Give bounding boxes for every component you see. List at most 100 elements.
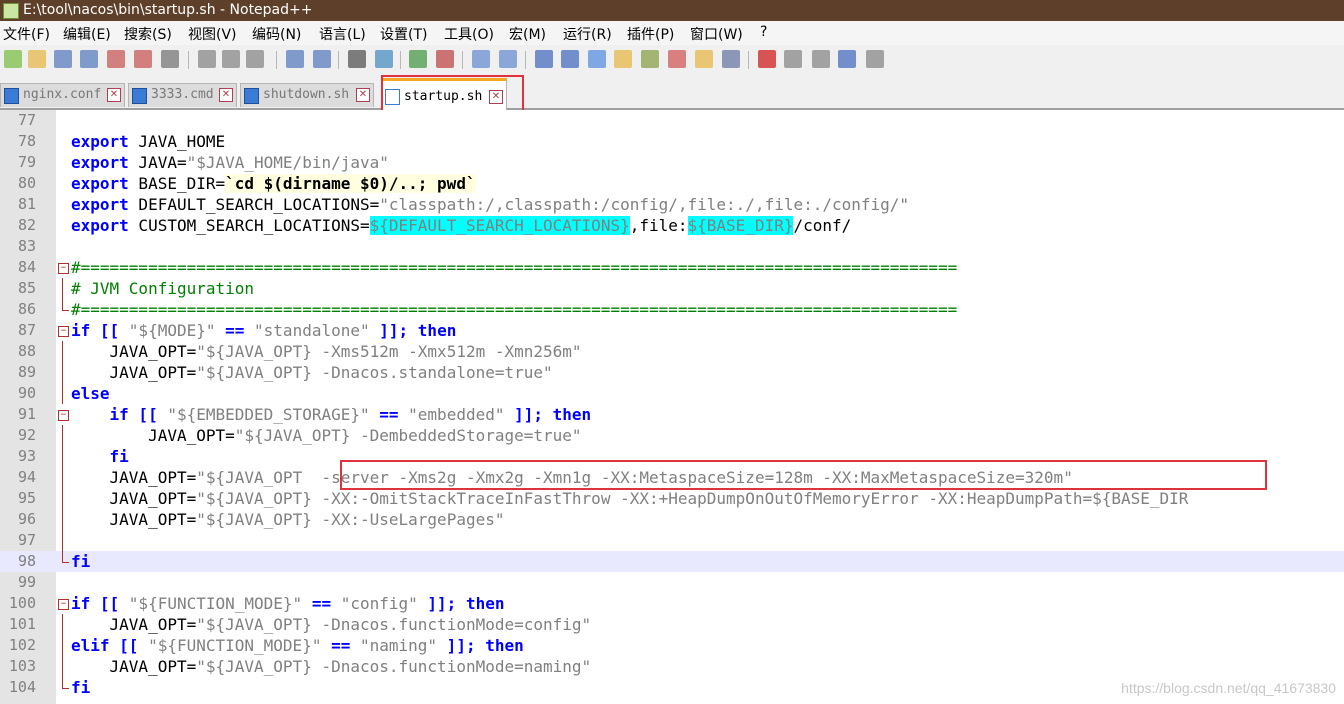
undo-icon[interactable] xyxy=(286,50,304,68)
sync-horizontal-icon[interactable] xyxy=(499,50,517,68)
code-text: JAVA_OPT="${JAVA_OPT} -DembeddedStorage=… xyxy=(71,425,581,446)
print-icon[interactable] xyxy=(161,50,179,68)
code-line[interactable]: 90 else xyxy=(0,383,1344,404)
copy-icon[interactable] xyxy=(222,50,240,68)
line-number: 101 xyxy=(8,615,36,633)
indent-guide-icon[interactable] xyxy=(588,50,606,68)
save-macro-icon[interactable] xyxy=(866,50,884,68)
code-line[interactable]: 87 − if [[ "${MODE}" == "standalone" ]]; t… xyxy=(0,320,1344,341)
code-line[interactable]: 89 JAVA_OPT="${JAVA_OPT} -Dnacos.standal… xyxy=(0,362,1344,383)
fold-toggle-icon[interactable]: − xyxy=(58,326,69,337)
code-line[interactable]: 97 xyxy=(0,530,1344,551)
folder-workspace-icon[interactable] xyxy=(695,50,713,68)
line-number: 79 xyxy=(17,153,36,171)
code-line[interactable]: 88 JAVA_OPT="${JAVA_OPT} -Xms512m -Xmx51… xyxy=(0,341,1344,362)
code-token: "standalone" xyxy=(254,321,370,340)
open-file-icon[interactable] xyxy=(28,50,46,68)
code-line[interactable]: 99 xyxy=(0,572,1344,593)
menu-item-9[interactable]: 运行(R) xyxy=(563,24,612,44)
tab-startup-sh[interactable]: startup.sh ✕ xyxy=(381,78,507,111)
menu-item-12[interactable]: ? xyxy=(760,24,767,40)
menu-item-10[interactable]: 插件(P) xyxy=(627,24,674,44)
menu-item-11[interactable]: 窗口(W) xyxy=(690,24,743,44)
code-token: # JVM Configuration xyxy=(71,279,255,298)
monitoring-icon[interactable] xyxy=(722,50,740,68)
code-token: "${FUNCTION_MODE}" xyxy=(148,636,322,655)
code-line[interactable]: 83 xyxy=(0,236,1344,257)
fold-guide xyxy=(62,614,63,635)
close-all-icon[interactable] xyxy=(134,50,152,68)
code-editor[interactable]: 77 78 export JAVA_HOME 79 export JAVA="$JAVA… xyxy=(0,110,1344,704)
menu-item-2[interactable]: 搜索(S) xyxy=(124,24,172,44)
menu-item-8[interactable]: 宏(M) xyxy=(509,24,546,44)
menu-item-4[interactable]: 编码(N) xyxy=(252,24,301,44)
zoom-out-icon[interactable] xyxy=(436,50,454,68)
code-token: JAVA_HOME xyxy=(128,132,226,151)
code-line[interactable]: 81 export DEFAULT_SEARCH_LOCATIONS="class… xyxy=(0,194,1344,215)
save-icon[interactable] xyxy=(54,50,72,68)
paste-icon[interactable] xyxy=(246,50,264,68)
replace-icon[interactable] xyxy=(375,50,393,68)
record-macro-icon[interactable] xyxy=(758,50,776,68)
code-line[interactable]: 102 elif [[ "${FUNCTION_MODE}" == "naming… xyxy=(0,635,1344,656)
doc-map-icon[interactable] xyxy=(641,50,659,68)
code-line[interactable]: 77 xyxy=(0,110,1344,131)
fold-toggle-icon[interactable]: − xyxy=(58,263,69,274)
code-line[interactable]: 80 export BASE_DIR=`cd $(dirname $0)/..; … xyxy=(0,173,1344,194)
cut-icon[interactable] xyxy=(198,50,216,68)
line-number: 94 xyxy=(17,468,36,486)
menu-item-7[interactable]: 工具(O) xyxy=(444,24,494,44)
stop-macro-icon[interactable] xyxy=(784,50,802,68)
code-token: "embedded" xyxy=(408,405,505,424)
code-line[interactable]: 95 JAVA_OPT="${JAVA_OPT} -XX:-OmitStackT… xyxy=(0,488,1344,509)
code-line[interactable]: 84 − #====================================… xyxy=(0,257,1344,278)
run-macro-multiple-icon[interactable] xyxy=(838,50,856,68)
code-line[interactable]: 100 − if [[ "${FUNCTION_MODE}" == "config"… xyxy=(0,593,1344,614)
tab-shutdown-sh[interactable]: shutdown.sh ✕ xyxy=(240,83,374,107)
code-line[interactable]: 85 # JVM Configuration xyxy=(0,278,1344,299)
word-wrap-icon[interactable] xyxy=(535,50,553,68)
code-token: ]]; xyxy=(369,321,418,340)
code-line[interactable]: 96 JAVA_OPT="${JAVA_OPT} -XX:-UseLargePa… xyxy=(0,509,1344,530)
user-language-icon[interactable] xyxy=(614,50,632,68)
line-number: 86 xyxy=(17,300,36,318)
notepad-app-icon xyxy=(3,3,19,19)
tab-close-icon[interactable]: ✕ xyxy=(107,88,121,102)
code-line[interactable]: 92 JAVA_OPT="${JAVA_OPT} -DembeddedStora… xyxy=(0,425,1344,446)
tab-nginx-conf[interactable]: nginx.conf ✕ xyxy=(0,83,125,107)
menu-item-0[interactable]: 文件(F) xyxy=(3,24,50,44)
menu-item-1[interactable]: 编辑(E) xyxy=(63,24,111,44)
close-icon[interactable] xyxy=(107,50,125,68)
find-icon[interactable] xyxy=(348,50,366,68)
new-file-icon[interactable] xyxy=(4,50,22,68)
tab-3333-cmd[interactable]: 3333.cmd ✕ xyxy=(128,83,237,107)
play-macro-icon[interactable] xyxy=(812,50,830,68)
code-line[interactable]: 101 JAVA_OPT="${JAVA_OPT} -Dnacos.functi… xyxy=(0,614,1344,635)
menu-item-5[interactable]: 语言(L) xyxy=(319,24,366,44)
tab-close-icon[interactable]: ✕ xyxy=(356,88,370,102)
tab-close-icon[interactable]: ✕ xyxy=(489,90,503,104)
zoom-in-icon[interactable] xyxy=(409,50,427,68)
code-line[interactable]: 103 JAVA_OPT="${JAVA_OPT} -Dnacos.functi… xyxy=(0,656,1344,677)
code-line[interactable]: 86 #=====================================… xyxy=(0,299,1344,320)
redo-icon[interactable] xyxy=(313,50,331,68)
menu-item-6[interactable]: 设置(T) xyxy=(380,24,427,44)
menu-item-3[interactable]: 视图(V) xyxy=(188,24,237,44)
sync-vertical-icon[interactable] xyxy=(472,50,490,68)
toolbar-separator xyxy=(188,51,189,69)
fold-toggle-icon[interactable]: − xyxy=(58,599,69,610)
fold-toggle-icon[interactable]: − xyxy=(58,410,69,421)
code-line[interactable]: 93 fi xyxy=(0,446,1344,467)
code-line[interactable]: 98 fi xyxy=(0,551,1344,572)
function-list-icon[interactable] xyxy=(668,50,686,68)
code-line[interactable]: 79 export JAVA="$JAVA_HOME/bin/java" xyxy=(0,152,1344,173)
code-line[interactable]: 82 export CUSTOM_SEARCH_LOCATIONS=${DEFAU… xyxy=(0,215,1344,236)
code-line[interactable]: 91 − if [[ "${EMBEDDED_STORAGE}" == "embe… xyxy=(0,404,1344,425)
code-line[interactable]: 78 export JAVA_HOME xyxy=(0,131,1344,152)
toolbar-separator xyxy=(400,51,401,69)
save-all-icon[interactable] xyxy=(80,50,98,68)
code-token: if xyxy=(71,594,91,613)
code-line[interactable]: 94 JAVA_OPT="${JAVA_OPT -server -Xms2g -… xyxy=(0,467,1344,488)
show-all-chars-icon[interactable] xyxy=(561,50,579,68)
tab-close-icon[interactable]: ✕ xyxy=(219,88,233,102)
